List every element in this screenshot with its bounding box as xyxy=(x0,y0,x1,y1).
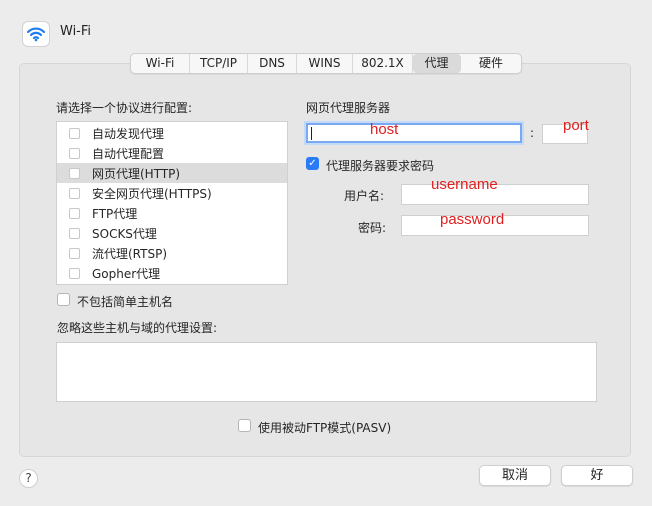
text-cursor xyxy=(311,127,312,140)
ok-button[interactable]: 好 xyxy=(561,465,633,486)
host-annotation: host xyxy=(370,121,399,138)
protocol-item-http[interactable]: 网页代理(HTTP) xyxy=(57,163,287,183)
protocol-list[interactable]: 自动发现代理 自动代理配置 网页代理(HTTP) 安全网页代理(HTTPS) F… xyxy=(56,121,288,285)
window-title: Wi-Fi xyxy=(60,24,92,39)
protocol-item-label: 自动发现代理 xyxy=(92,126,165,141)
protocol-item-label: 安全网页代理(HTTPS) xyxy=(92,186,212,201)
tab-wins[interactable]: WINS xyxy=(297,54,353,73)
tab-tcpip[interactable]: TCP/IP xyxy=(190,54,248,73)
username-label: 用户名: xyxy=(344,189,385,203)
protocol-item-label: 自动代理配置 xyxy=(92,146,165,161)
passive-ftp-label: 使用被动FTP模式(PASV) xyxy=(258,421,392,435)
tab-wifi[interactable]: Wi-Fi xyxy=(131,54,190,73)
protocol-item-ftp[interactable]: FTP代理 xyxy=(57,203,287,223)
requires-password-label: 代理服务器要求密码 xyxy=(326,159,435,173)
password-annotation: password xyxy=(440,211,505,228)
bypass-textarea[interactable] xyxy=(56,342,597,402)
protocol-item-label: 网页代理(HTTP) xyxy=(92,166,181,181)
tab-8021x[interactable]: 802.1X xyxy=(353,54,413,73)
requires-password-checkbox[interactable]: ✓ xyxy=(306,157,319,170)
protocol-checkbox[interactable] xyxy=(69,247,80,259)
proxy-host-input[interactable] xyxy=(306,123,522,143)
protocol-checkbox[interactable] xyxy=(69,167,80,179)
protocol-item-auto-config[interactable]: 自动代理配置 xyxy=(57,143,287,163)
bypass-label: 忽略这些主机与域的代理设置: xyxy=(57,321,218,335)
tab-dns[interactable]: DNS xyxy=(248,54,297,73)
protocol-checkbox[interactable] xyxy=(69,267,80,279)
protocol-item-https[interactable]: 安全网页代理(HTTPS) xyxy=(57,183,287,203)
username-annotation: username xyxy=(431,176,498,193)
protocol-item-label: FTP代理 xyxy=(92,206,138,221)
tab-bar: Wi-Fi TCP/IP DNS WINS 802.1X 代理 硬件 xyxy=(130,53,522,74)
protocol-item-label: SOCKS代理 xyxy=(92,226,157,241)
help-button[interactable]: ? xyxy=(19,469,38,488)
wifi-icon xyxy=(22,21,50,47)
protocol-checkbox[interactable] xyxy=(69,207,80,219)
protocol-checkbox[interactable] xyxy=(69,187,80,199)
protocol-item-label: 流代理(RTSP) xyxy=(92,246,168,261)
tab-proxies[interactable]: 代理 xyxy=(413,54,461,73)
exclude-simple-hostnames-checkbox[interactable] xyxy=(57,293,70,306)
protocol-item-gopher[interactable]: Gopher代理 xyxy=(57,263,287,283)
protocol-item-label: Gopher代理 xyxy=(92,266,161,281)
tab-hardware[interactable]: 硬件 xyxy=(461,54,521,73)
proxy-server-label: 网页代理服务器 xyxy=(306,101,391,115)
protocol-checkbox[interactable] xyxy=(69,227,80,239)
protocol-item-auto-discovery[interactable]: 自动发现代理 xyxy=(57,123,287,143)
protocol-item-socks[interactable]: SOCKS代理 xyxy=(57,223,287,243)
passive-ftp-checkbox[interactable] xyxy=(238,419,251,432)
port-annotation: port xyxy=(563,117,589,134)
password-label: 密码: xyxy=(358,221,387,235)
protocol-item-rtsp[interactable]: 流代理(RTSP) xyxy=(57,243,287,263)
protocol-checkbox[interactable] xyxy=(69,147,80,159)
protocol-checkbox[interactable] xyxy=(69,127,80,139)
protocol-list-label: 请选择一个协议进行配置: xyxy=(56,101,193,115)
exclude-simple-hostnames-label: 不包括简单主机名 xyxy=(77,295,174,309)
port-separator: : xyxy=(530,126,535,140)
cancel-button[interactable]: 取消 xyxy=(479,465,551,486)
